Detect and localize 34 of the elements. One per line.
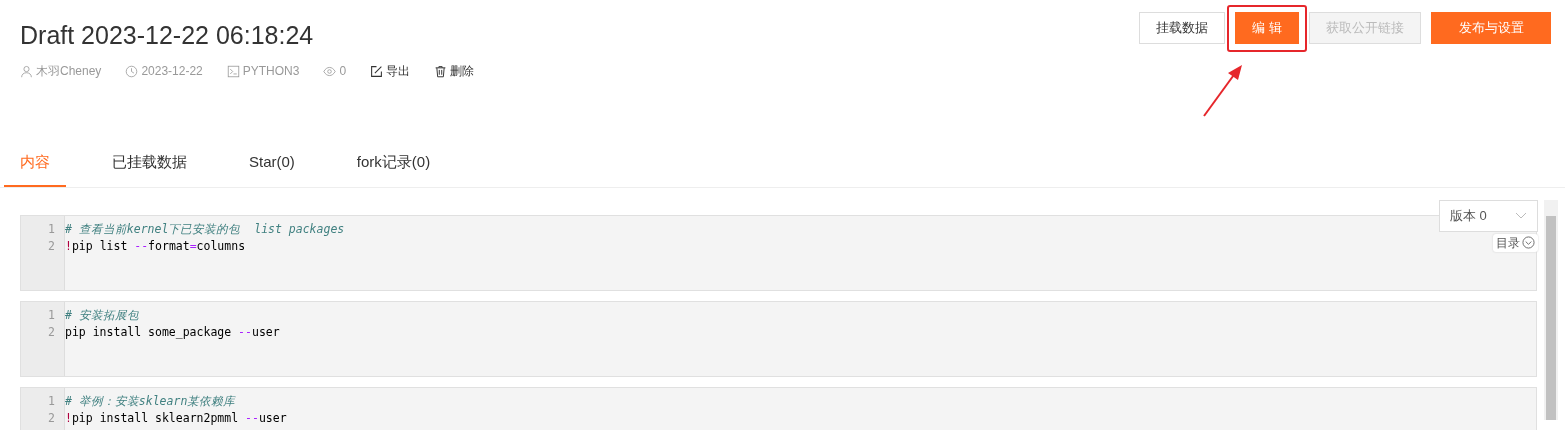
eye-icon [323,64,337,78]
annotation-arrow [1203,65,1242,117]
delete-link[interactable]: 删除 [434,62,475,80]
tab[interactable]: 已挂载数据 [96,145,203,187]
chevron-circle-icon [1522,236,1535,249]
chevron-down-icon [1515,211,1527,220]
code-line: # 安装拓展包 [65,306,140,324]
code-line: # 查看当前kernel下已安装的包 list packages [65,220,345,238]
line-number: 2 [47,237,56,255]
line-number: 1 [47,392,56,410]
page-title: Draft 2023-12-22 06:18:24 [20,20,314,51]
terminal-icon [226,64,240,78]
line-number: 2 [47,409,56,427]
code-line: pip install some_package --user [65,323,280,341]
version-select[interactable]: 版本 0 [1439,199,1538,232]
line-number: 1 [47,306,56,324]
export-link[interactable]: 导出 [370,62,411,80]
edit-icon [370,64,384,78]
tab[interactable]: fork记录(0) [340,145,447,187]
person-icon [20,64,33,78]
scrollbar[interactable] [1544,199,1558,420]
code-line: !pip install sklearn2pmml --user [65,409,287,427]
clock-icon [125,64,139,78]
meta-text: 0 [339,63,347,80]
button[interactable]: 挂载数据 [1139,12,1225,44]
trash-icon [434,64,448,78]
code-line: # 举例：安装sklearn某依赖库 [65,392,237,410]
meta-text: 2023-12-22 [141,63,203,80]
line-number: 2 [47,323,56,341]
code-line: !pip list --format=columns [65,237,247,255]
line-number: 1 [47,220,56,238]
meta-text: 木羽Cheney [36,63,102,80]
tab[interactable]: Star(0) [233,145,311,187]
meta-text: PYTHON3 [242,63,300,80]
